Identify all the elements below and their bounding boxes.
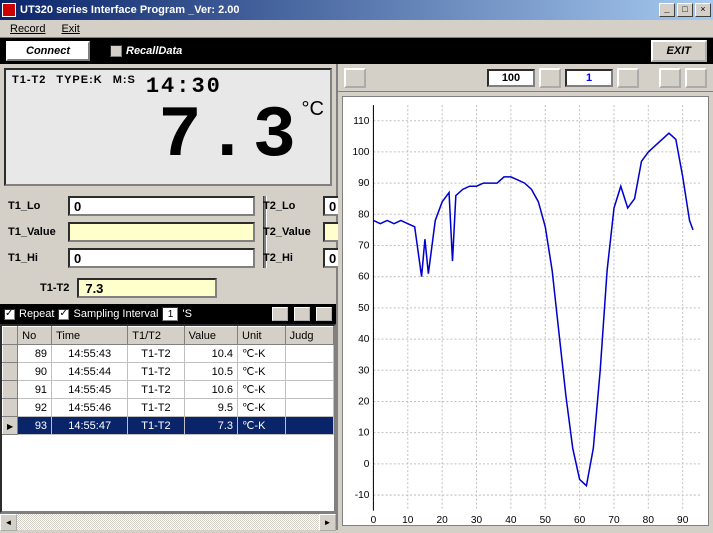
minimize-button[interactable]: _ <box>659 3 675 17</box>
right-panel: 100 1 -100102030405060708090100110010203… <box>338 64 713 530</box>
column-header[interactable]: Value <box>184 327 237 345</box>
svg-text:90: 90 <box>358 178 370 189</box>
svg-text:10: 10 <box>402 515 414 526</box>
lcd-ms-label: M:S <box>113 74 136 99</box>
t2-hi-label: T2_Hi <box>263 252 319 264</box>
t1-hi-label: T1_Hi <box>8 252 64 264</box>
recall-label: RecallData <box>126 45 182 57</box>
svg-text:40: 40 <box>505 515 517 526</box>
table-row[interactable]: 9114:55:45T1-T210.6℃-K <box>3 381 334 399</box>
sampling-unit: 'S <box>182 308 191 320</box>
tool-icon-2[interactable] <box>294 307 310 321</box>
data-table: NoTimeT1/T2ValueUnitJudg 8914:55:43T1-T2… <box>2 326 334 435</box>
t1-lo-label: T1_Lo <box>8 200 64 212</box>
sampling-bar: Repeat Sampling Interval 'S <box>0 304 336 324</box>
line-chart: -10 0 10 20 30 40 50 60 70 80 90 100 110 0 10 20 30 40 50 6… <box>343 97 708 533</box>
lcd-type: TYPE:K <box>56 74 102 99</box>
app-icon <box>2 3 16 17</box>
diff-label: T1-T2 <box>40 282 69 294</box>
svg-text:60: 60 <box>358 272 370 283</box>
column-header[interactable]: Unit <box>238 327 286 345</box>
chart-scale-100[interactable]: 100 <box>487 69 535 87</box>
scroll-right-icon[interactable]: ► <box>319 514 336 531</box>
window-title: UT320 series Interface Program _Ver: 2.0… <box>20 4 657 16</box>
sampling-checkbox[interactable] <box>58 309 69 320</box>
data-table-container: NoTimeT1/T2ValueUnitJudg 8914:55:43T1-T2… <box>0 324 336 513</box>
lcd-value: 7.3 <box>158 100 300 172</box>
recall-checkbox-icon <box>110 45 122 57</box>
t2-value-label: T2_Value <box>263 226 319 238</box>
svg-text:80: 80 <box>643 515 655 526</box>
t1-hi-input[interactable] <box>68 248 255 268</box>
t1-value-label: T1_Value <box>8 226 64 238</box>
svg-text:90: 90 <box>677 515 689 526</box>
tool-icon-1[interactable] <box>272 307 288 321</box>
lcd-display: T1-T2 TYPE:K M:S 14:30 7.3 °C <box>4 68 332 186</box>
svg-text:10: 10 <box>358 428 370 439</box>
svg-text:0: 0 <box>371 515 377 526</box>
menu-bar: Record Exit <box>0 20 713 38</box>
table-row[interactable]: 9314:55:47T1-T27.3℃-K <box>3 417 334 435</box>
column-header[interactable]: Time <box>52 327 128 345</box>
svg-text:50: 50 <box>358 303 370 314</box>
chart-btn-2[interactable] <box>617 68 639 88</box>
column-header[interactable]: No <box>18 327 52 345</box>
print-icon[interactable] <box>316 307 332 321</box>
connect-button[interactable]: Connect <box>6 41 90 61</box>
lcd-channel: T1-T2 <box>12 74 46 99</box>
chart-copy-icon[interactable] <box>659 68 681 88</box>
chart-btn-1[interactable] <box>539 68 561 88</box>
column-header[interactable]: Judg <box>285 327 333 345</box>
table-row[interactable]: 9014:55:44T1-T210.5℃-K <box>3 363 334 381</box>
table-row[interactable]: 8914:55:43T1-T210.4℃-K <box>3 345 334 363</box>
threshold-inputs: T1_Lo T1_Value T1_Hi T2_Lo T2_Value T2_H… <box>0 190 336 274</box>
svg-text:70: 70 <box>358 241 370 252</box>
maximize-button[interactable]: □ <box>677 3 693 17</box>
sampling-interval-input[interactable] <box>162 307 178 321</box>
t2-lo-label: T2_Lo <box>263 200 319 212</box>
lcd-unit: °C <box>302 98 324 121</box>
recall-data-toggle[interactable]: RecallData <box>110 45 182 57</box>
column-header[interactable]: T1/T2 <box>128 327 184 345</box>
diff-value-input[interactable] <box>77 278 217 298</box>
t1-lo-input[interactable] <box>68 196 255 216</box>
svg-text:30: 30 <box>471 515 483 526</box>
svg-text:40: 40 <box>358 334 370 345</box>
exit-button[interactable]: EXIT <box>651 40 707 62</box>
title-bar: UT320 series Interface Program _Ver: 2.0… <box>0 0 713 20</box>
svg-text:0: 0 <box>364 459 370 470</box>
svg-text:30: 30 <box>358 365 370 376</box>
svg-text:60: 60 <box>574 515 586 526</box>
svg-text:100: 100 <box>352 147 369 158</box>
svg-text:80: 80 <box>358 209 370 220</box>
svg-text:50: 50 <box>540 515 552 526</box>
main-toolbar: Connect RecallData EXIT <box>0 38 713 64</box>
horizontal-scrollbar[interactable]: ◄ ► <box>0 513 336 530</box>
repeat-checkbox[interactable] <box>4 309 15 320</box>
chart-save-icon[interactable] <box>685 68 707 88</box>
t1-value-input[interactable] <box>68 222 255 242</box>
scroll-left-icon[interactable]: ◄ <box>0 514 17 531</box>
chart-toolbar: 100 1 <box>338 64 713 92</box>
svg-text:-10: -10 <box>355 490 370 501</box>
table-row[interactable]: 9214:55:46T1-T29.5℃-K <box>3 399 334 417</box>
svg-text:110: 110 <box>353 116 370 127</box>
menu-record[interactable]: Record <box>10 23 45 35</box>
menu-exit[interactable]: Exit <box>61 23 79 35</box>
chart-page-1[interactable]: 1 <box>565 69 613 87</box>
svg-text:70: 70 <box>608 515 620 526</box>
left-panel: T1-T2 TYPE:K M:S 14:30 7.3 °C T1_Lo T1_V… <box>0 64 338 530</box>
sampling-label: Sampling Interval <box>73 308 158 320</box>
close-button[interactable]: × <box>695 3 711 17</box>
repeat-label: Repeat <box>19 308 54 320</box>
chart-tool-icon[interactable] <box>344 68 366 88</box>
scroll-track[interactable] <box>17 514 319 530</box>
svg-text:20: 20 <box>437 515 449 526</box>
svg-text:20: 20 <box>358 397 370 408</box>
chart-area: -10 0 10 20 30 40 50 60 70 80 90 100 110 0 10 20 30 40 50 6… <box>342 96 709 526</box>
